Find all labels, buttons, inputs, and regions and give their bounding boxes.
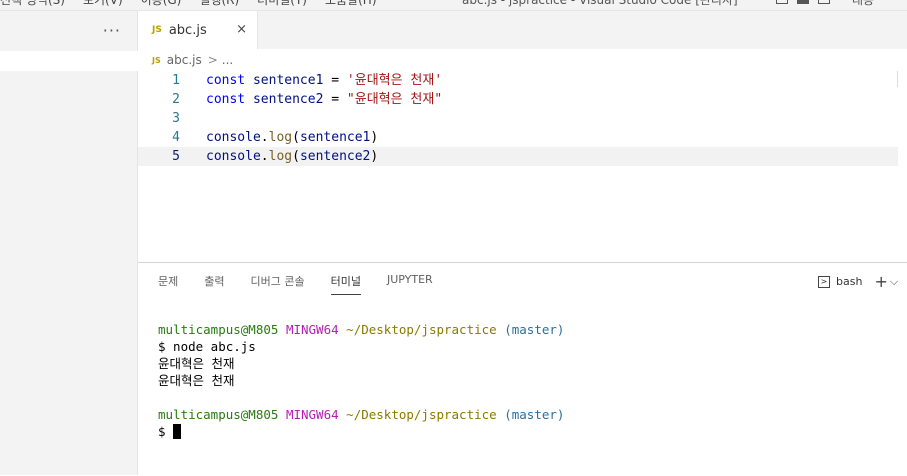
- terminal-branch: (master): [504, 407, 565, 422]
- terminal-output-line: 윤대혁은 천재: [158, 373, 235, 388]
- javascript-file-icon: JS: [152, 55, 161, 65]
- bottom-panel: 문제 출력 디버그 콘솔 터미널 JUPYTER > bash + ⌵ mult…: [138, 262, 907, 476]
- menu-go[interactable]: 이동(G): [141, 0, 182, 8]
- code-token: log: [268, 149, 293, 164]
- chevron-down-icon[interactable]: ⌵: [890, 275, 898, 289]
- code-token: (: [292, 130, 300, 145]
- code-line[interactable]: 2 const sentence2 = "윤대혁은 천재": [138, 90, 898, 109]
- terminal-input-line[interactable]: $: [158, 423, 564, 440]
- code-token: ): [370, 149, 379, 164]
- account-label[interactable]: 대응: [852, 0, 874, 8]
- chevron-right-icon: >: [207, 53, 218, 67]
- tab-jupyter[interactable]: JUPYTER: [387, 273, 433, 295]
- tab-debug-console[interactable]: 디버그 콘솔: [251, 273, 305, 295]
- terminal-prompt: $: [158, 424, 174, 439]
- line-number: 2: [172, 92, 180, 107]
- breadcrumb: JS abc.js > ...: [138, 49, 907, 71]
- code-editor[interactable]: 1 const sentence1 = '윤대혁은 천재' 2 const sente…: [138, 71, 907, 261]
- code-token: console: [206, 149, 261, 164]
- layout-controls: [776, 0, 830, 4]
- tab-output[interactable]: 출력: [204, 273, 224, 295]
- tab-problems[interactable]: 문제: [158, 273, 178, 295]
- editor-scrollbar[interactable]: [897, 71, 907, 87]
- breadcrumb-symbols[interactable]: ...: [222, 53, 233, 67]
- toggle-panel-icon[interactable]: [797, 0, 809, 4]
- code-token: console: [206, 130, 261, 145]
- line-number: 5: [172, 149, 180, 164]
- panel-tabs: 문제 출력 디버그 콘솔 터미널 JUPYTER: [158, 273, 459, 295]
- code-token: log: [268, 130, 293, 145]
- code-token: const: [206, 73, 246, 88]
- toggle-sidebar-icon[interactable]: [776, 0, 788, 4]
- code-token: .: [260, 149, 269, 164]
- code-token: "윤대혁은 천재": [346, 92, 443, 107]
- menu-selection[interactable]: 선택 영역(S): [0, 0, 65, 8]
- menu-help[interactable]: 도움말(H): [325, 0, 377, 8]
- terminal-host: MINGW64: [285, 322, 339, 337]
- tab-label: abc.js: [168, 22, 207, 38]
- explorer-selected-row[interactable]: [0, 51, 138, 71]
- terminal-output-line: 윤대혁은 천재: [158, 356, 235, 371]
- code-token: .: [260, 130, 269, 145]
- code-token: =: [323, 73, 347, 88]
- new-terminal-icon[interactable]: +: [874, 272, 887, 291]
- customize-layout-icon[interactable]: [818, 0, 830, 4]
- code-text: const sentence2 = "윤대혁은 천재": [206, 90, 442, 109]
- code-token: sentence1: [252, 73, 324, 88]
- code-token: (: [292, 149, 300, 164]
- code-text: console.log(sentence1): [206, 128, 378, 147]
- terminal-user: multicampus@M805: [158, 322, 279, 337]
- line-number: 4: [172, 130, 180, 145]
- window-title: abc.js - jspractice - Visual Studio Code…: [462, 0, 738, 7]
- terminal-prompt-line: multicampus@M805 MINGW64 ~/Desktop/jspra…: [158, 321, 564, 338]
- terminal-prompt-line: multicampus@M805 MINGW64 ~/Desktop/jspra…: [158, 406, 564, 423]
- more-actions-icon[interactable]: ···: [103, 21, 121, 40]
- javascript-file-icon: JS: [152, 25, 162, 35]
- code-text: console.log(sentence2): [206, 147, 378, 166]
- title-bar: 선택 영역(S) 보기(V) 이동(G) 실행(R) 터미널(T) 도움말(H)…: [0, 0, 907, 11]
- code-text: const sentence1 = '윤대혁은 천재': [206, 71, 442, 90]
- code-token: ): [370, 130, 379, 145]
- breadcrumb-file[interactable]: abc.js: [167, 53, 202, 67]
- tab-abc-js[interactable]: JS abc.js ×: [138, 11, 258, 49]
- terminal-path: ~/Desktop/jspractice: [346, 407, 497, 422]
- line-number: 3: [172, 111, 180, 126]
- code-token: '윤대혁은 천재': [346, 73, 443, 88]
- line-number: 1: [172, 73, 180, 88]
- code-line[interactable]: 5 console.log(sentence2): [138, 147, 898, 166]
- code-token: const: [206, 92, 246, 107]
- terminal-host: MINGW64: [285, 407, 339, 422]
- editor-tab-bar: JS abc.js ×: [138, 11, 907, 49]
- code-line[interactable]: 3: [138, 109, 898, 128]
- terminal-output[interactable]: multicampus@M805 MINGW64 ~/Desktop/jspra…: [158, 321, 564, 440]
- shell-name: bash: [836, 275, 863, 288]
- terminal-cursor: [173, 424, 182, 439]
- code-token: =: [323, 92, 347, 107]
- terminal-path: ~/Desktop/jspractice: [346, 322, 497, 337]
- code-line[interactable]: 1 const sentence1 = '윤대혁은 천재': [138, 71, 898, 90]
- terminal-branch: (master): [504, 322, 565, 337]
- terminal-selector[interactable]: > bash + ⌵: [818, 272, 898, 291]
- menu-view[interactable]: 보기(V): [83, 0, 123, 8]
- code-line[interactable]: 4 console.log(sentence1): [138, 128, 898, 147]
- menu-terminal[interactable]: 터미널(T): [257, 0, 307, 8]
- tab-terminal[interactable]: 터미널: [330, 273, 361, 295]
- menu-bar: 선택 영역(S) 보기(V) 이동(G) 실행(R) 터미널(T) 도움말(H): [0, 0, 377, 8]
- terminal-command: $ node abc.js: [158, 339, 256, 354]
- terminal-user: multicampus@M805: [158, 407, 279, 422]
- code-token: sentence2: [252, 92, 324, 107]
- code-token: sentence1: [299, 130, 371, 145]
- code-token: sentence2: [299, 149, 371, 164]
- explorer-sidebar: ···: [0, 11, 138, 475]
- close-icon[interactable]: ×: [236, 22, 247, 37]
- terminal-icon: >: [818, 275, 830, 288]
- menu-run[interactable]: 실행(R): [199, 0, 239, 8]
